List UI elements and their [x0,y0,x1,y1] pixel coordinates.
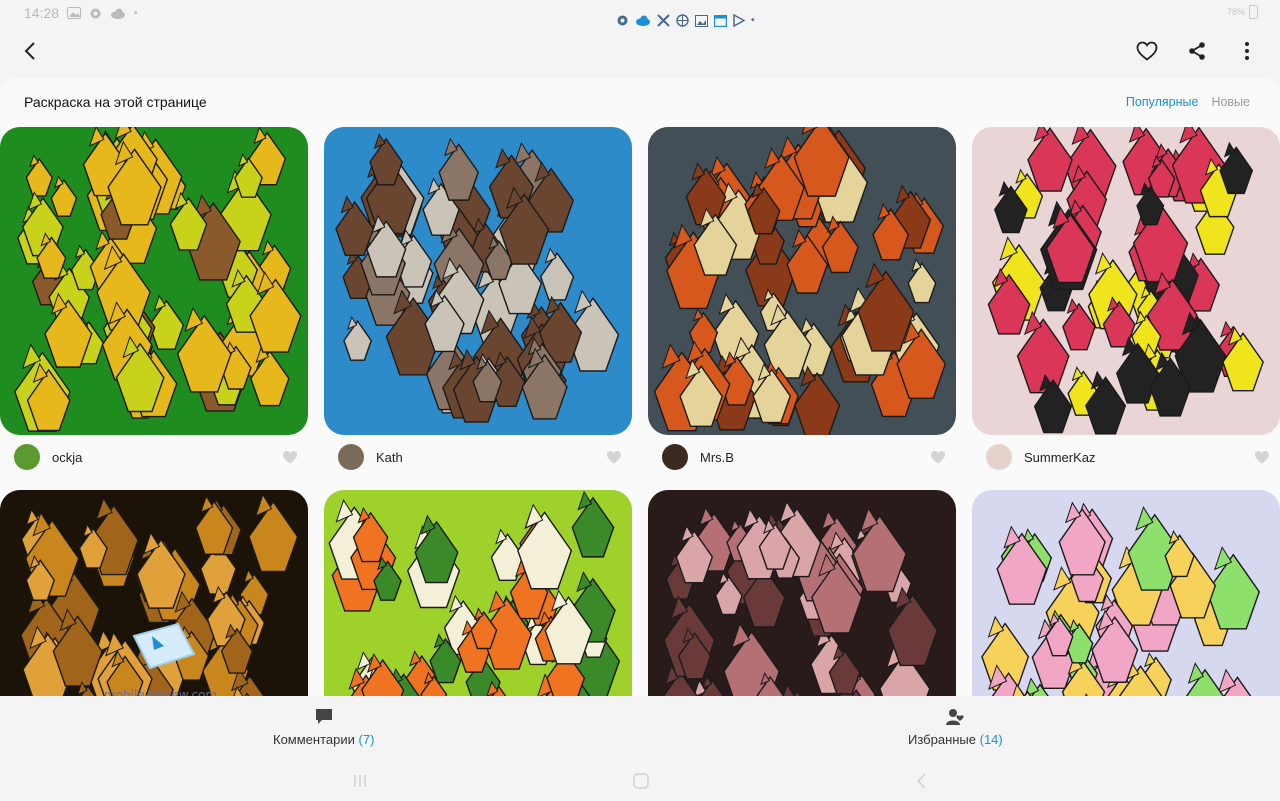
artwork-illustration [324,127,632,435]
watermark-logo [132,622,196,670]
artwork-image[interactable] [324,127,632,435]
favorites-label-row: Избранные (14) [908,732,1003,747]
system-nav-bar [0,761,1280,801]
status-left: 14:28 • [24,5,138,21]
artwork-image[interactable] [324,490,632,696]
comments-count: (7) [358,732,375,747]
status-bar: 14:28 • • 78% [0,0,1280,27]
artwork-card[interactable]: Kath [324,127,632,479]
author-name[interactable]: Kath [376,450,606,465]
nav-back-icon[interactable] [912,771,932,791]
share-icon [1189,42,1205,60]
avatar[interactable] [986,444,1012,470]
artwork-image[interactable] [972,127,1280,435]
more-vert-icon [1245,42,1249,60]
cloud-icon [636,15,650,26]
artwork-card[interactable]: Mrs.B [648,127,956,479]
avatar[interactable] [14,444,40,470]
status-right: 78% [1227,5,1258,19]
avatar[interactable] [662,444,688,470]
favorites-button[interactable]: Избранные (14) [908,708,1003,747]
section-header: Раскраска на этой странице Популярные Но… [0,78,1280,126]
artwork-image[interactable] [0,127,308,435]
battery-icon [1249,5,1258,19]
author-name[interactable]: ockja [52,450,282,465]
back-icon [24,42,35,60]
heart-icon[interactable] [1254,450,1270,464]
artwork-illustration [648,490,956,696]
comments-label-row: Комментарии (7) [273,732,374,747]
comments-button[interactable]: Комментарии (7) [273,708,374,747]
artwork-image[interactable] [648,127,956,435]
app-bar-actions [1134,38,1260,64]
favorite-user-icon [946,709,964,725]
comments-label: Комментарии [273,732,355,747]
artwork-illustration [972,490,1280,696]
artwork-card[interactable] [972,490,1280,696]
app-bar [0,26,1280,78]
back-button[interactable] [18,38,44,64]
calendar-icon [714,14,727,27]
artwork-card[interactable] [324,490,632,696]
share-button[interactable] [1184,38,1210,64]
sort-tabs: Популярные Новые [1126,95,1250,109]
artwork-image[interactable] [648,490,956,696]
gallery-icon [67,7,82,19]
artwork-image[interactable] [972,490,1280,696]
section-title: Раскраска на этой странице [24,94,207,110]
more-options-button[interactable] [1234,38,1260,64]
artwork-illustration [324,490,632,696]
artwork-illustration [972,127,1280,435]
heart-icon[interactable] [930,450,946,464]
author-name[interactable]: SummerKaz [1024,450,1254,465]
like-button[interactable] [1134,38,1160,64]
recent-apps-icon[interactable] [350,771,370,791]
artwork-illustration [648,127,956,435]
coloring-gallery: Раскраска на этой странице Популярные Но… [0,78,1280,696]
more-status-dot: • [751,15,755,26]
home-icon[interactable] [631,771,651,791]
more-status-dot: • [134,7,138,19]
heart-icon [1136,41,1158,61]
settings-icon [90,8,101,18]
battery-text: 78% [1226,7,1245,17]
comment-icon [315,709,332,724]
artwork-illustration [0,127,308,435]
heart-icon[interactable] [282,450,298,464]
author-name[interactable]: Mrs.B [700,450,930,465]
tab-popular[interactable]: Популярные [1126,95,1199,109]
favorites-label: Избранные [908,732,976,747]
bottom-bar: Комментарии (7) Избранные (14) [0,696,1280,761]
status-time: 14:28 [24,5,60,21]
artwork-card[interactable] [648,490,956,696]
artwork-card[interactable]: ockja [0,127,308,479]
author-row: Mrs.B [648,435,956,479]
cloud-icon [111,8,126,19]
favorites-count: (14) [979,732,1003,747]
artwork-card[interactable]: SummerKaz [972,127,1280,479]
author-row: Kath [324,435,632,479]
author-row: ockja [0,435,308,479]
avatar[interactable] [338,444,364,470]
heart-icon[interactable] [606,450,622,464]
image-icon [695,14,708,27]
author-row: SummerKaz [972,435,1280,479]
tab-new[interactable]: Новые [1211,95,1250,109]
